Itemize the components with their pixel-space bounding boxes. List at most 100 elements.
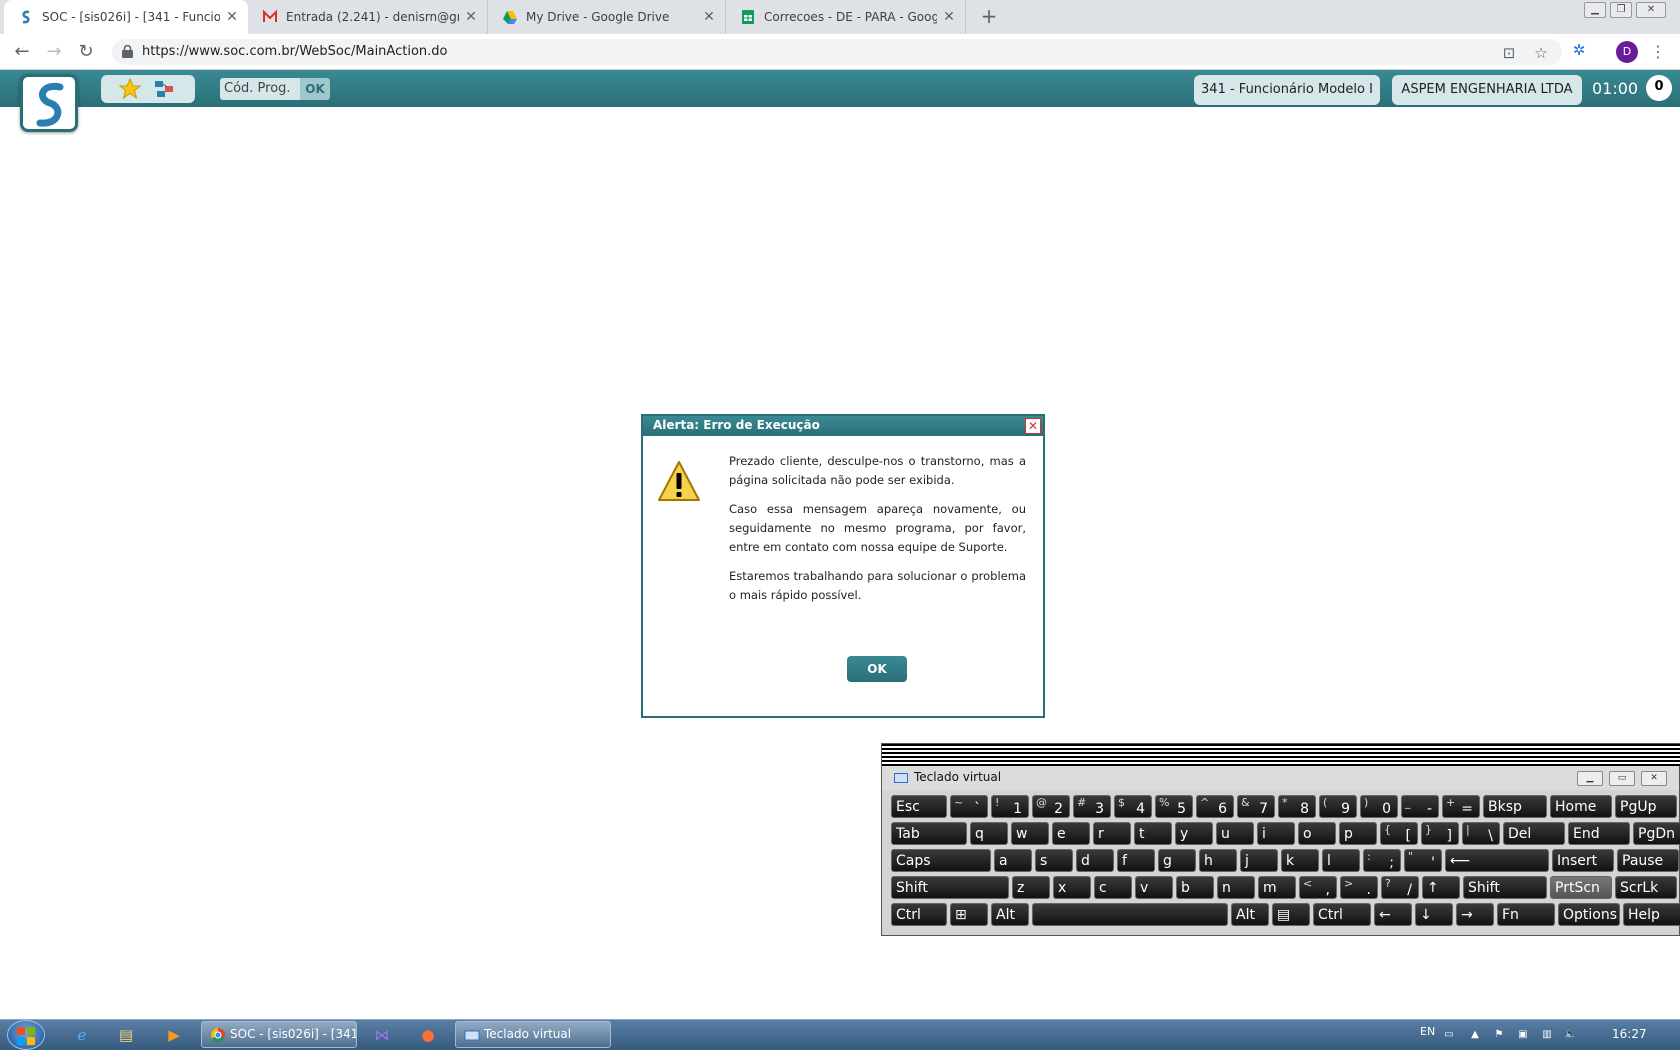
keyboard-key[interactable]: ) 0 xyxy=(1360,795,1398,818)
keyboard-key[interactable]: & 7 xyxy=(1237,795,1275,818)
tab-sheets[interactable]: Correcoes - DE - PARA - Google Sheets ✕ xyxy=(726,0,966,34)
keyboard-key[interactable]: <, xyxy=(1299,876,1337,899)
keyboard-key[interactable]: Caps xyxy=(891,849,991,872)
keyboard-key[interactable]: c xyxy=(1094,876,1132,899)
start-button[interactable] xyxy=(7,1020,45,1050)
keyboard-key[interactable]: u xyxy=(1216,822,1254,845)
extension-icon[interactable]: ✲ xyxy=(1570,41,1588,59)
program-code-ok-button[interactable]: OK xyxy=(300,78,330,100)
keyboard-key[interactable]: m xyxy=(1258,876,1296,899)
keyboard-key[interactable]: ~ ` xyxy=(950,795,988,818)
soc-logo[interactable] xyxy=(20,74,78,132)
keyboard-key[interactable]: >. xyxy=(1340,876,1378,899)
company-selector[interactable]: ASPEM ENGENHARIA LTDA xyxy=(1392,75,1582,105)
keyboard-key[interactable]: s xyxy=(1035,849,1073,872)
keyboard-key[interactable]: {[ xyxy=(1380,822,1418,845)
show-hidden-icons-icon[interactable]: ▲ xyxy=(1468,1028,1482,1042)
close-tab-icon[interactable]: ✕ xyxy=(224,9,240,25)
keyboard-key[interactable]: q xyxy=(970,822,1008,845)
keyboard-key[interactable]: d xyxy=(1076,849,1114,872)
ok-button[interactable]: OK xyxy=(847,656,907,682)
keyboard-key[interactable]: Alt xyxy=(991,903,1029,926)
keyboard-key[interactable]: w xyxy=(1011,822,1049,845)
volume-icon[interactable]: 🔈 xyxy=(1564,1028,1578,1042)
keyboard-key[interactable]: Alt xyxy=(1231,903,1269,926)
favorites-star-icon[interactable] xyxy=(119,78,141,100)
keyboard-key[interactable]: g xyxy=(1158,849,1196,872)
employee-model-selector[interactable]: 341 - Funcionário Modelo I xyxy=(1194,75,1380,105)
keyboard-key[interactable]: * 8 xyxy=(1278,795,1316,818)
forward-button[interactable]: → xyxy=(41,39,67,65)
keyboard-key[interactable]: f xyxy=(1117,849,1155,872)
minimize-window-button[interactable]: ▁ xyxy=(1584,2,1606,18)
bookmark-star-icon[interactable]: ☆ xyxy=(1532,44,1550,62)
keyboard-key[interactable]: i xyxy=(1257,822,1295,845)
maximize-button[interactable]: ▭ xyxy=(1609,771,1635,786)
keyboard-key[interactable]: Insert xyxy=(1552,849,1614,872)
close-tab-icon[interactable]: ✕ xyxy=(941,9,957,25)
reload-button[interactable]: ↻ xyxy=(73,39,99,65)
keyboard-key[interactable]: :; xyxy=(1363,849,1401,872)
keyboard-key[interactable]: r xyxy=(1093,822,1131,845)
keyboard-key[interactable]: End xyxy=(1568,822,1630,845)
keyboard-key[interactable]: _ - xyxy=(1401,795,1439,818)
media-player-icon[interactable]: ▶ xyxy=(162,1024,186,1046)
device-icon[interactable]: ▣ xyxy=(1516,1028,1530,1042)
keyboard-key[interactable]: a xyxy=(994,849,1032,872)
keyboard-key[interactable]: Help xyxy=(1623,903,1680,926)
keyboard-key[interactable]: Ctrl xyxy=(891,903,947,926)
keyboard-key[interactable]: #3 xyxy=(1073,795,1111,818)
keyboard-key[interactable]: % 5 xyxy=(1155,795,1193,818)
firefox-icon[interactable]: ● xyxy=(416,1024,440,1046)
keyboard-key[interactable]: PgDn xyxy=(1633,822,1680,845)
tab-drive[interactable]: My Drive - Google Drive ✕ xyxy=(488,0,726,34)
internet-explorer-icon[interactable]: ℯ xyxy=(70,1024,94,1046)
keyboard-key[interactable]: o xyxy=(1298,822,1336,845)
keyboard-key[interactable]: Fn xyxy=(1497,903,1555,926)
network-programs-icon[interactable] xyxy=(153,78,175,100)
keyboard-key[interactable]: }] xyxy=(1421,822,1459,845)
keyboard-key[interactable]: Pause xyxy=(1617,849,1679,872)
keyboard-key[interactable]: ! 1 xyxy=(991,795,1029,818)
translate-icon[interactable]: ⊡ xyxy=(1500,44,1518,62)
back-button[interactable]: ← xyxy=(9,39,35,65)
keyboard-key[interactable]: k xyxy=(1281,849,1319,872)
language-indicator[interactable]: EN xyxy=(1420,1025,1435,1038)
keyboard-key[interactable]: Bksp xyxy=(1483,795,1547,818)
keyboard-key[interactable]: ▤ xyxy=(1272,903,1310,926)
keyboard-key[interactable]: ? / xyxy=(1381,876,1419,899)
keyboard-key[interactable]: x xyxy=(1053,876,1091,899)
profile-avatar[interactable]: D xyxy=(1616,41,1638,63)
keyboard-key[interactable]: Esc xyxy=(891,795,947,818)
flag-icon[interactable]: ⚑ xyxy=(1492,1028,1506,1042)
new-tab-button[interactable]: + xyxy=(978,6,1000,28)
taskbar-chrome-button[interactable]: SOC - [sis026i] - [341... xyxy=(201,1021,357,1048)
taskbar-keyboard-button[interactable]: Teclado virtual xyxy=(455,1021,611,1048)
notification-badge[interactable]: 0 xyxy=(1646,75,1672,101)
browser-menu-icon[interactable]: ⋮ xyxy=(1650,41,1666,63)
keyboard-key[interactable]: " ' xyxy=(1404,849,1442,872)
program-code-input[interactable]: Cód. Prog. xyxy=(220,78,300,100)
keyboard-key[interactable]: l xyxy=(1322,849,1360,872)
keyboard-key[interactable]: @2 xyxy=(1032,795,1070,818)
file-explorer-icon[interactable]: ▤ xyxy=(114,1024,138,1046)
keyboard-tray-icon[interactable]: ▭ xyxy=(1442,1028,1456,1042)
keyboard-key[interactable]: n xyxy=(1217,876,1255,899)
address-bar[interactable]: https://www.soc.com.br/WebSoc/MainAction… xyxy=(112,39,1562,65)
restore-window-button[interactable]: ❐ xyxy=(1610,2,1632,18)
keyboard-key[interactable]: ← xyxy=(1374,903,1412,926)
keyboard-key[interactable]: Del xyxy=(1503,822,1565,845)
keyboard-key[interactable]: Home xyxy=(1550,795,1612,818)
keyboard-key[interactable]: $4 xyxy=(1114,795,1152,818)
keyboard-key[interactable]: ScrLk xyxy=(1615,876,1677,899)
keyboard-key[interactable]: p xyxy=(1339,822,1377,845)
close-button[interactable]: ✕ xyxy=(1641,771,1667,786)
keyboard-key[interactable]: ↓ xyxy=(1415,903,1453,926)
close-tab-icon[interactable]: ✕ xyxy=(701,9,717,25)
keyboard-key[interactable]: h xyxy=(1199,849,1237,872)
keyboard-key[interactable]: ⟵ xyxy=(1445,849,1549,872)
close-tab-icon[interactable]: ✕ xyxy=(463,9,479,25)
keyboard-key[interactable]: Options xyxy=(1558,903,1620,926)
visual-studio-icon[interactable]: ⋈ xyxy=(370,1024,394,1046)
keyboard-key[interactable]: y xyxy=(1175,822,1213,845)
